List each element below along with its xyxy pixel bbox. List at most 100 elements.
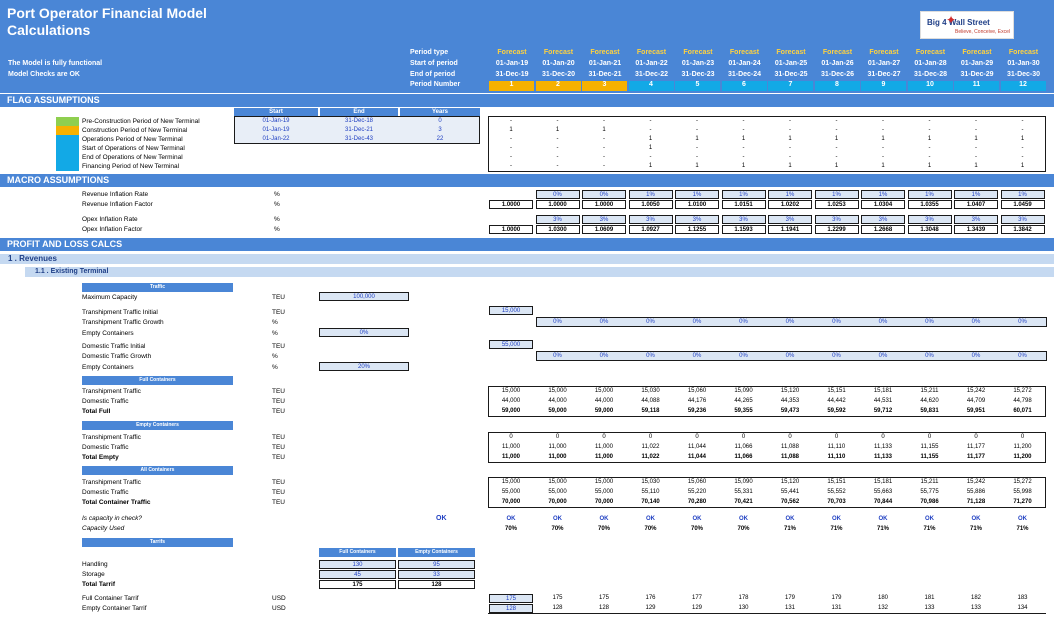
flag-value-cell: - xyxy=(835,145,838,151)
traffic-row-label: Domestic Traffic xyxy=(82,444,129,451)
macro-row-label: Revenue Inflation Rate xyxy=(82,191,149,198)
tariff-empty-cell: 128 xyxy=(398,580,475,589)
traffic-row-label: Domestic Traffic xyxy=(82,489,129,496)
macro-factor-cell: 1.0100 xyxy=(675,200,719,209)
unit-cell: TEU xyxy=(272,398,285,405)
traffic-value-cell: 55,663 xyxy=(873,489,893,495)
period-number-cell: 7 xyxy=(768,81,813,91)
construction-color-swatch xyxy=(56,126,79,135)
period-type-cell: Forecast xyxy=(915,49,946,56)
flag-start-cell: 01-Jan-19 xyxy=(262,118,290,124)
traffic-value-cell: 15,030 xyxy=(641,388,660,394)
traffic-value-cell: 11,133 xyxy=(874,444,892,450)
flag-value-cell: - xyxy=(882,118,884,124)
empty-containers-label: Empty Containers xyxy=(82,330,134,337)
tariff-underline xyxy=(488,593,1046,614)
tariff-empty-cell: 95 xyxy=(398,560,475,569)
unit-cell: USD xyxy=(272,595,286,602)
period-start-cell: 01-Jan-30 xyxy=(1007,60,1040,67)
flag-value-cell: 1 xyxy=(1020,163,1025,169)
traffic-value-cell: 0 xyxy=(555,434,560,440)
traffic-value-cell: 55,000 xyxy=(594,489,614,495)
flag-value-cell: 1 xyxy=(1020,136,1025,142)
macro-factor-cell: 1.3048 xyxy=(907,225,952,234)
capacity-used-cell: 70% xyxy=(690,526,703,532)
tranship-initial-input: 15,000 xyxy=(489,306,533,315)
traffic-value-cell: 55,775 xyxy=(920,489,939,495)
macro-factor-cell: 1.0304 xyxy=(861,200,905,209)
traffic-row-label: Transhipment Traffic xyxy=(82,434,141,441)
macro-rate-cell: 1% xyxy=(675,190,719,199)
tranship-growth-cell: 0% xyxy=(925,319,934,325)
traffic-value-cell: 70,000 xyxy=(548,499,567,505)
period-type-cell: Forecast xyxy=(683,49,713,56)
macro-unit: % xyxy=(274,191,280,198)
max-capacity-label: Maximum Capacity xyxy=(82,294,138,301)
tariff-row-label: Handling xyxy=(82,561,108,568)
macro-rate-cell: 3% xyxy=(628,215,673,224)
tariff-full-cell: 175 xyxy=(319,580,396,589)
traffic-value-cell: 44,442 xyxy=(827,398,846,404)
flag-value-cell: 1 xyxy=(834,163,839,169)
capacity-used-cell: 71% xyxy=(1016,526,1029,532)
macro-factor-cell: 1.2299 xyxy=(814,225,859,234)
period-type-cell: Forecast xyxy=(1008,49,1039,56)
flag-value-cell: - xyxy=(789,127,791,133)
traffic-value-cell: 59,592 xyxy=(827,408,846,414)
flag-value-cell: 1 xyxy=(648,163,653,169)
flag-value-cell: 1 xyxy=(927,136,932,142)
flag-value-cell: 1 xyxy=(788,136,792,142)
macro-rate-cell: 3% xyxy=(907,215,952,224)
tranship-initial-label: Transhipment Traffic Initial xyxy=(82,309,158,316)
traffic-value-cell: 59,118 xyxy=(641,408,660,414)
tariff-empty-header: Empty Containers xyxy=(398,548,475,557)
flag-value-cell: - xyxy=(835,127,838,133)
traffic-value-cell: 11,110 xyxy=(827,444,846,450)
traffic-value-cell: 0 xyxy=(788,434,792,440)
flag-value-cell: - xyxy=(556,118,559,124)
period-type-cell: Forecast xyxy=(497,49,527,56)
domestic-growth-cell: 0% xyxy=(599,353,609,359)
flag-value-cell: 1 xyxy=(741,136,746,142)
period-end-cell: 31-Dec-29 xyxy=(960,71,994,78)
traffic-value-cell: 44,088 xyxy=(641,398,660,404)
unit-cell: USD xyxy=(272,605,286,612)
traffic-value-cell: 15,151 xyxy=(827,388,846,394)
macro-factor-cell: 1.0202 xyxy=(768,200,812,209)
flag-value-cell: - xyxy=(649,154,652,160)
macro-rate-cell: 3% xyxy=(721,215,766,224)
traffic-value-cell: 15,060 xyxy=(687,388,707,394)
pre-construction-color-swatch xyxy=(56,117,79,126)
macro-rate-cell: 0% xyxy=(535,190,580,199)
macro-factor-cell: 1.0300 xyxy=(535,225,580,234)
traffic-value-cell: 11,000 xyxy=(548,454,567,460)
traffic-value-cell: 11,022 xyxy=(641,454,660,460)
tariff-full-cell: 45 xyxy=(319,570,396,579)
tranship-growth-cell: 0% xyxy=(553,319,562,325)
macro-factor-cell: 1.0050 xyxy=(628,200,673,209)
traffic-value-cell: 44,709 xyxy=(966,398,986,404)
traffic-value-cell: 71,128 xyxy=(966,499,986,505)
capacity-check-cell: OK xyxy=(506,516,516,522)
traffic-value-cell: 11,133 xyxy=(873,454,893,460)
macro-factor-cell: 1.1941 xyxy=(768,225,812,234)
macro-rate-cell: 3% xyxy=(814,215,859,224)
flag-value-cell: 1 xyxy=(974,163,978,169)
traffic-value-cell: 70,000 xyxy=(594,499,614,505)
traffic-value-cell: 15,181 xyxy=(873,388,893,394)
flag-value-cell: - xyxy=(696,118,698,124)
traffic-value-cell: 44,620 xyxy=(920,398,939,404)
checks-status: Model Checks are OK xyxy=(8,71,80,78)
traffic-value-cell: 59,236 xyxy=(687,408,707,414)
traffic-value-cell: 44,000 xyxy=(501,398,521,404)
traffic-value-cell: 44,265 xyxy=(734,398,753,404)
period-start-cell: 01-Jan-19 xyxy=(495,60,529,67)
flag-value-cell: - xyxy=(835,118,838,124)
traffic-value-cell: 55,441 xyxy=(780,489,800,495)
logo-title: Big 4 Wall Street xyxy=(927,18,990,27)
traffic-value-cell: 0 xyxy=(648,434,653,440)
flag-value-cell: - xyxy=(789,118,791,124)
macro-factor-cell: 1.0000 xyxy=(535,200,580,209)
period-end-cell: 31-Dec-25 xyxy=(774,71,808,78)
traffic-value-cell: 55,110 xyxy=(641,489,660,495)
